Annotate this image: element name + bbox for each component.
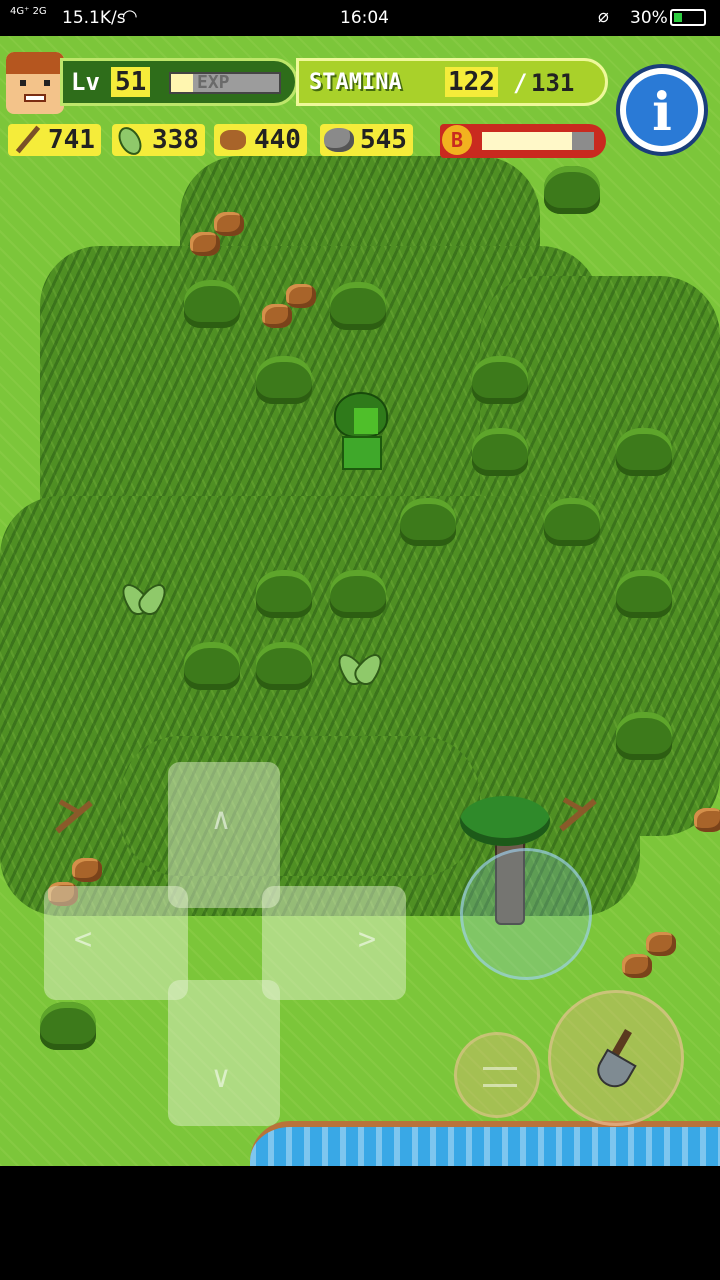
twig-count: 741 xyxy=(48,125,95,155)
leaf-icon xyxy=(114,122,148,156)
boost-icon: B xyxy=(442,125,472,155)
nut-icon xyxy=(216,122,250,156)
player-body xyxy=(342,436,382,470)
battery-fill xyxy=(674,13,683,22)
bush[interactable] xyxy=(330,282,386,330)
bush[interactable] xyxy=(400,498,456,546)
info-button[interactable]: i xyxy=(616,64,708,156)
dpad-up-button[interactable]: ∧ xyxy=(168,762,280,908)
stone-count: 545 xyxy=(360,125,407,155)
leaf-plant[interactable] xyxy=(338,648,378,688)
player-avatar[interactable] xyxy=(6,52,64,114)
nut-count: 440 xyxy=(254,125,301,155)
menu-button[interactable] xyxy=(454,1032,540,1118)
dpad-right-button[interactable]: > xyxy=(262,886,406,1000)
resource-nuts: 440 xyxy=(214,124,307,156)
chevron-right-icon: > xyxy=(358,922,377,957)
boost-fill xyxy=(482,132,572,150)
info-icon: i xyxy=(626,74,698,146)
info-glyph: i xyxy=(652,82,672,143)
stone-icon xyxy=(322,122,356,156)
bush[interactable] xyxy=(256,642,312,690)
nut-pickup[interactable] xyxy=(694,808,720,832)
bush[interactable] xyxy=(544,166,600,214)
network-speed: 15.1K/s xyxy=(62,8,126,28)
resource-leaves: 338 xyxy=(112,124,205,156)
chevron-left-icon: < xyxy=(74,922,93,957)
palm-leaves xyxy=(460,796,550,846)
boost-track xyxy=(482,132,594,150)
stamina-panel: STAMINA 122 / 131 xyxy=(296,58,608,106)
virtual-joystick[interactable] xyxy=(460,848,592,980)
battery-percent: 30% xyxy=(630,8,668,28)
shovel-icon xyxy=(595,1029,645,1089)
dpad-down-button[interactable]: ∨ xyxy=(168,980,280,1126)
avatar-hair xyxy=(6,52,64,74)
dig-action-button[interactable] xyxy=(548,990,684,1126)
battery-icon xyxy=(670,9,706,26)
nut-pickup[interactable] xyxy=(286,284,316,308)
dpad: ∧ ∨ < > xyxy=(44,762,406,1126)
boost-bar[interactable]: B xyxy=(440,124,606,158)
dpad-left-button[interactable]: < xyxy=(44,886,188,1000)
nut-pickup[interactable] xyxy=(646,932,676,956)
game-world[interactable]: Lv 51 EXP STAMINA 122 / 131 i 741 338 44… xyxy=(0,36,720,1166)
nut-pickup[interactable] xyxy=(190,232,220,256)
notifications-muted-icon: ⌀ xyxy=(598,6,609,27)
avatar-eyes xyxy=(20,80,50,86)
bush[interactable] xyxy=(472,356,528,404)
bush[interactable] xyxy=(184,642,240,690)
sea-water xyxy=(250,1121,720,1166)
exp-fill xyxy=(171,74,193,92)
bush[interactable] xyxy=(256,356,312,404)
nut-pickup[interactable] xyxy=(214,212,244,236)
player-character xyxy=(332,392,388,472)
menu-icon xyxy=(483,1067,517,1087)
bush[interactable] xyxy=(184,280,240,328)
chevron-down-icon: ∨ xyxy=(212,1060,231,1095)
nut-pickup[interactable] xyxy=(622,954,652,978)
exp-label: EXP xyxy=(197,72,230,93)
exp-bar: EXP xyxy=(169,72,281,94)
player-face xyxy=(354,408,378,434)
chevron-up-icon: ∧ xyxy=(212,802,231,837)
bottom-black-bar xyxy=(0,1166,720,1280)
wifi-icon: ◠ xyxy=(122,6,138,27)
level-panel: Lv 51 EXP xyxy=(60,58,298,106)
stamina-max: 131 xyxy=(531,69,575,97)
bush[interactable] xyxy=(616,570,672,618)
clock: 16:04 xyxy=(340,8,389,28)
leaf-count: 338 xyxy=(152,125,199,155)
bush[interactable] xyxy=(472,428,528,476)
level-value: 51 xyxy=(111,67,151,97)
twig-icon xyxy=(10,122,44,156)
bush[interactable] xyxy=(544,498,600,546)
signal-icon: 4G⁺ 2G xyxy=(10,6,47,17)
resource-twigs: 741 xyxy=(8,124,101,156)
system-status-bar: 4G⁺ 2G 15.1K/s ◠ 16:04 ⌀ 30% xyxy=(0,0,720,36)
stamina-current: 122 xyxy=(445,67,498,97)
stamina-label: STAMINA xyxy=(309,70,402,95)
bush[interactable] xyxy=(616,428,672,476)
player-hud: Lv 51 EXP STAMINA 122 / 131 i xyxy=(0,44,720,156)
bush[interactable] xyxy=(256,570,312,618)
bush[interactable] xyxy=(616,712,672,760)
level-label: Lv xyxy=(71,68,100,96)
stamina-separator: / xyxy=(513,69,528,97)
resource-stones: 545 xyxy=(320,124,413,156)
bush[interactable] xyxy=(330,570,386,618)
avatar-mouth xyxy=(24,94,46,102)
leaf-plant[interactable] xyxy=(122,578,162,618)
nut-pickup[interactable] xyxy=(262,304,292,328)
